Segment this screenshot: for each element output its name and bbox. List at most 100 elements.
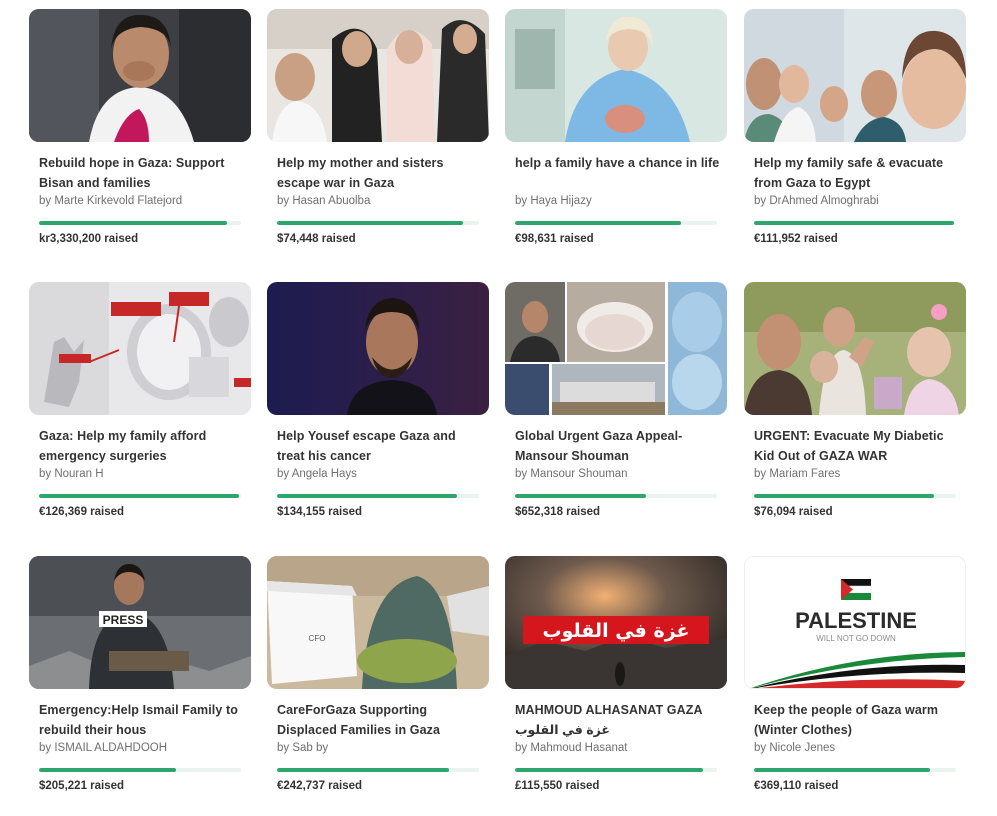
raised-label: raised (328, 506, 363, 518)
amount-raised: $652,318 raised (515, 506, 600, 518)
progress-fill (754, 494, 934, 498)
card-title[interactable]: help a family have a chance in life (515, 153, 721, 173)
card-image[interactable]: غزة في القلوب (505, 556, 727, 689)
card-image[interactable] (744, 282, 966, 415)
card-title[interactable]: Rebuild hope in Gaza: Support Bisan and … (39, 153, 245, 193)
raised-label: raised (804, 780, 839, 792)
amount-value: €369,110 (754, 780, 802, 792)
card-title[interactable]: MAHMOUD ALHASANAT GAZA غزة في القلوب (515, 700, 721, 740)
card-author: by Angela Hays (277, 468, 357, 480)
fundraiser-card[interactable]: Rebuild hope in Gaza: Support Bisan and … (29, 9, 251, 269)
fundraiser-card[interactable]: help a family have a chance in life by H… (505, 9, 727, 269)
amount-value: $205,221 (39, 780, 87, 792)
card-image[interactable] (505, 9, 727, 142)
progress-bar (515, 768, 717, 772)
raised-label: raised (565, 780, 600, 792)
card-title[interactable]: Global Urgent Gaza Appeal- Mansour Shoum… (515, 426, 721, 466)
fundraiser-card[interactable]: PALESTINE WILL NOT GO DOWN Keep the peop… (744, 556, 966, 816)
amount-raised: €369,110 raised (754, 780, 838, 792)
fundraiser-grid: Rebuild hope in Gaza: Support Bisan and … (0, 0, 997, 792)
fundraiser-card[interactable]: غزة في القلوب MAHMOUD ALHASANAT GAZA غزة… (505, 556, 727, 816)
amount-value: kr3,330,200 (39, 233, 102, 245)
card-image[interactable] (29, 9, 251, 142)
progress-fill (39, 494, 239, 498)
card-title[interactable]: CareForGaza Supporting Displaced Familie… (277, 700, 483, 740)
card-author: by Marte Kirkevold Flatejord (39, 195, 183, 207)
progress-fill (754, 768, 930, 772)
card-image[interactable] (267, 282, 489, 415)
card-author: by Nicole Jenes (754, 742, 836, 754)
card-image[interactable]: PALESTINE WILL NOT GO DOWN (744, 556, 966, 689)
amount-raised: €111,952 raised (754, 233, 838, 245)
amount-raised: £115,550 raised (515, 780, 599, 792)
amount-raised: €126,369 raised (39, 506, 124, 518)
progress-fill (277, 494, 457, 498)
amount-raised: $205,221 raised (39, 780, 124, 792)
box-label: CFO (309, 634, 326, 643)
amount-raised: $134,155 raised (277, 506, 362, 518)
amount-value: $134,155 (277, 506, 325, 518)
raised-label: raised (90, 506, 125, 518)
card-title[interactable]: URGENT: Evacuate My Diabetic Kid Out of … (754, 426, 960, 466)
card-title[interactable]: Gaza: Help my family afford emergency su… (39, 426, 245, 466)
raised-label: raised (90, 780, 125, 792)
card-author: by DrAhmed Almoghrabi (754, 195, 879, 207)
palestine-flag-icon (840, 579, 872, 600)
card-image[interactable] (267, 9, 489, 142)
card-image[interactable]: CFO (267, 556, 489, 689)
raised-label: raised (803, 233, 838, 245)
amount-value: £115,550 (515, 780, 563, 792)
amount-value: $652,318 (515, 506, 563, 518)
fundraiser-card[interactable]: Global Urgent Gaza Appeal- Mansour Shoum… (505, 282, 727, 542)
progress-bar (39, 494, 241, 498)
progress-fill (39, 221, 227, 225)
fundraiser-card[interactable]: Help my mother and sisters escape war in… (267, 9, 489, 269)
progress-fill (515, 221, 681, 225)
card-author: by Haya Hijazy (515, 195, 592, 207)
raised-label: raised (321, 233, 356, 245)
palestine-text: PALESTINE (795, 608, 917, 633)
fundraiser-card[interactable]: Help Yousef escape Gaza and treat his ca… (267, 282, 489, 542)
card-author: by Nouran H (39, 468, 104, 480)
card-title[interactable]: Help my family safe & evacuate from Gaza… (754, 153, 960, 193)
card-image[interactable] (744, 9, 966, 142)
card-image[interactable]: PRESS (29, 556, 251, 689)
amount-raised: €98,631 raised (515, 233, 594, 245)
card-image[interactable] (29, 282, 251, 415)
amount-raised: €242,737 raised (277, 780, 362, 792)
card-title[interactable]: Emergency:Help Ismail Family to rebuild … (39, 700, 245, 740)
card-image[interactable] (505, 282, 727, 415)
card-title[interactable]: Help my mother and sisters escape war in… (277, 153, 483, 193)
card-author: by Mariam Fares (754, 468, 841, 480)
progress-fill (277, 221, 463, 225)
amount-value: €111,952 (754, 233, 801, 245)
card-author: by Sab by (277, 742, 329, 754)
fundraiser-card[interactable]: Help my family safe & evacuate from Gaza… (744, 9, 966, 269)
progress-fill (277, 768, 449, 772)
progress-bar (515, 221, 717, 225)
card-author: by Mahmoud Hasanat (515, 742, 628, 754)
progress-bar (277, 221, 479, 225)
fundraiser-card[interactable]: Gaza: Help my family afford emergency su… (29, 282, 251, 542)
amount-value: €242,737 (277, 780, 325, 792)
amount-raised: $76,094 raised (754, 506, 833, 518)
fundraiser-card[interactable]: URGENT: Evacuate My Diabetic Kid Out of … (744, 282, 966, 542)
card-title[interactable]: Keep the people of Gaza warm (Winter Clo… (754, 700, 960, 740)
progress-bar (39, 768, 241, 772)
card-author: by ISMAIL ALDAHDOOH (39, 742, 168, 754)
amount-raised: kr3,330,200 raised (39, 233, 138, 245)
amount-raised: $74,448 raised (277, 233, 356, 245)
progress-bar (754, 768, 956, 772)
progress-fill (754, 221, 954, 225)
fundraiser-card[interactable]: PRESS Emergency:Help Ismail Family to re… (29, 556, 251, 816)
progress-bar (754, 494, 956, 498)
slogan-text: WILL NOT GO DOWN (816, 634, 896, 643)
amount-value: $76,094 (754, 506, 796, 518)
fundraiser-card[interactable]: CFO CareForGaza Supporting Displaced Fam… (267, 556, 489, 816)
card-author: by Mansour Shouman (515, 468, 628, 480)
banner-text: غزة في القلوب (543, 620, 690, 642)
card-author: by Hasan Abuolba (277, 195, 371, 207)
progress-bar (277, 494, 479, 498)
card-title[interactable]: Help Yousef escape Gaza and treat his ca… (277, 426, 483, 466)
progress-fill (515, 494, 647, 498)
